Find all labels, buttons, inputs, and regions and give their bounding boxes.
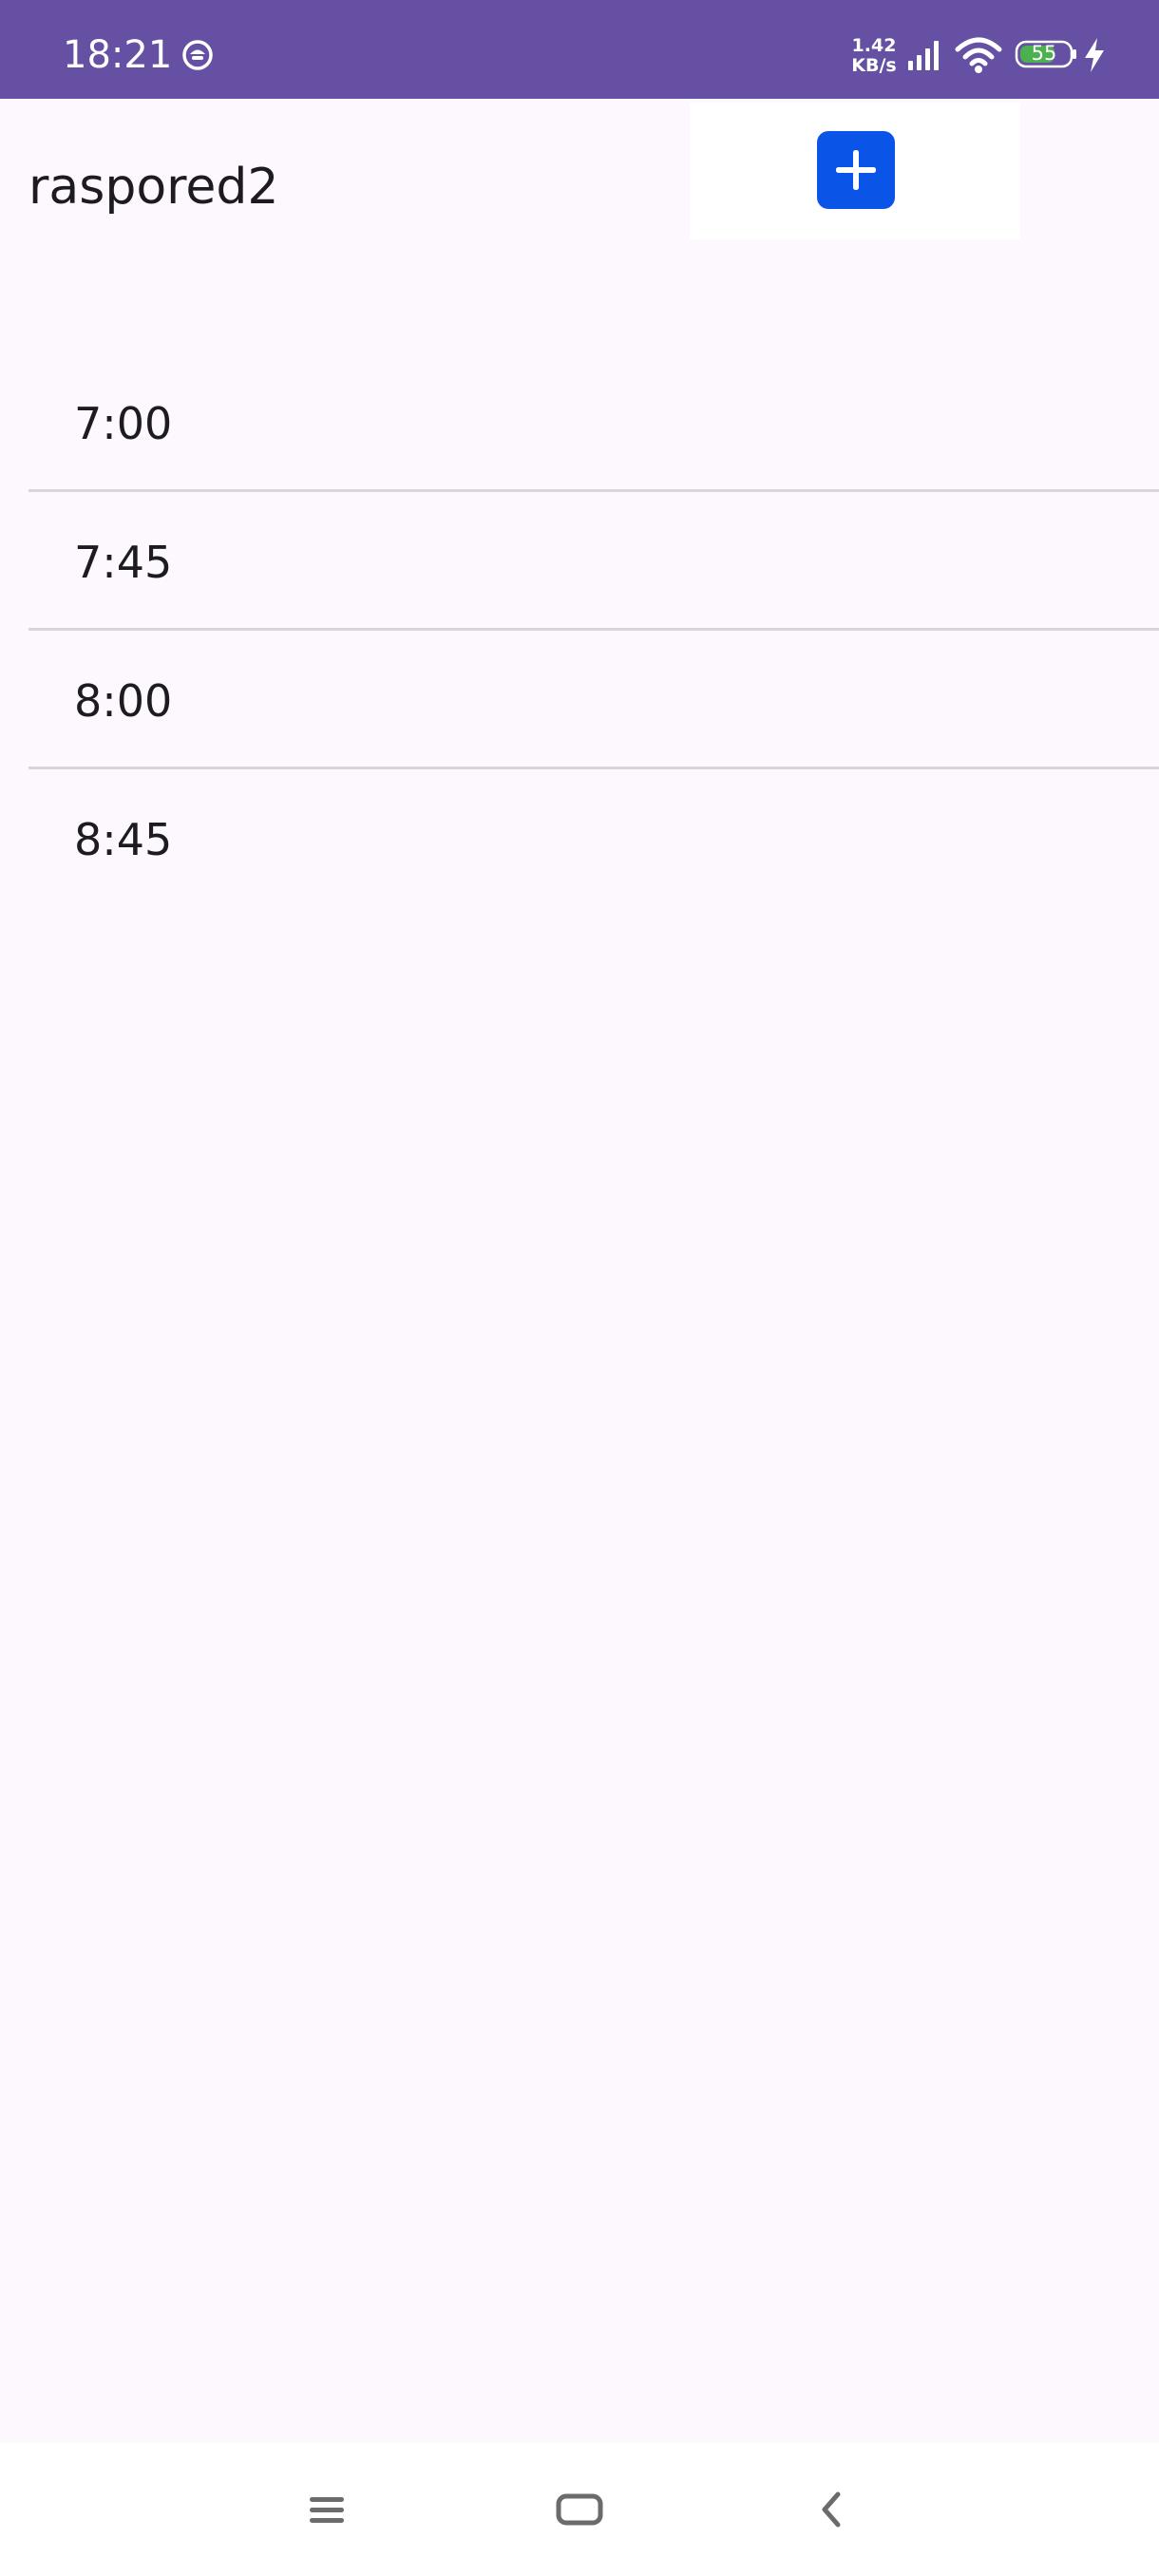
add-button[interactable] (817, 131, 895, 209)
time-label: 8:00 (74, 675, 173, 727)
battery-level: 55 (1031, 42, 1057, 65)
time-label: 7:00 (74, 398, 173, 449)
list-item[interactable]: 7:00 (28, 353, 1159, 492)
home-button[interactable] (542, 2472, 618, 2548)
signal-icon (908, 41, 939, 70)
home-icon (556, 2493, 603, 2526)
status-time: 18:21 (63, 33, 173, 77)
list-item[interactable]: 8:45 (28, 769, 1159, 908)
network-speed: 1.42 KB/s (851, 36, 897, 76)
time-label: 7:45 (74, 537, 173, 588)
network-speed-unit: KB/s (851, 55, 897, 76)
notification-app-icon (182, 40, 213, 70)
wifi-icon (955, 37, 1002, 73)
charging-icon (1085, 38, 1104, 72)
status-bar: 18:21 1.42 KB/s 55 (0, 0, 1159, 99)
list-item[interactable]: 8:00 (28, 631, 1159, 769)
list-item[interactable]: 7:45 (28, 492, 1159, 631)
back-icon (822, 2491, 841, 2528)
plus-icon (836, 150, 876, 190)
navigation-bar (0, 2443, 1159, 2576)
time-list: 7:00 7:45 8:00 8:45 (28, 353, 1159, 908)
recent-apps-button[interactable] (289, 2472, 365, 2548)
time-label: 8:45 (74, 814, 173, 865)
network-speed-value: 1.42 (851, 35, 897, 56)
menu-icon (310, 2497, 344, 2523)
page-title: raspored2 (28, 159, 279, 216)
back-button[interactable] (794, 2472, 870, 2548)
